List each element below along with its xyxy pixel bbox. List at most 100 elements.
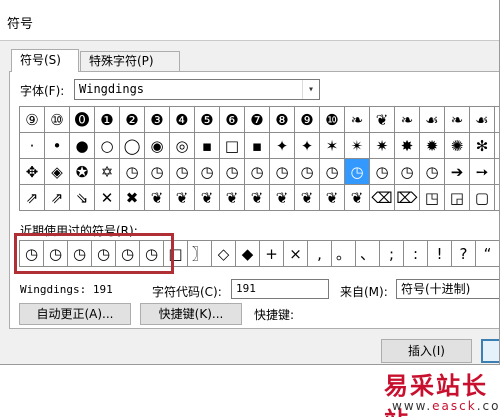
recent-symbol-cell[interactable]: ;: [379, 240, 404, 267]
symbol-cell[interactable]: ❸: [145, 107, 170, 133]
char-code-input[interactable]: 191: [231, 279, 329, 299]
symbol-cell[interactable]: ❦: [270, 185, 295, 211]
symbol-cell[interactable]: ·: [20, 133, 45, 159]
symbol-cell[interactable]: ◷: [270, 159, 295, 185]
symbol-cell[interactable]: ❦: [145, 185, 170, 211]
symbol-cell[interactable]: ▪: [195, 133, 220, 159]
tab-special-characters[interactable]: 特殊字符(P): [80, 51, 180, 71]
symbol-cell[interactable]: ✻: [470, 133, 495, 159]
symbol-cell[interactable]: ✹: [420, 133, 445, 159]
symbol-cell[interactable]: ⇘: [70, 185, 95, 211]
symbol-cell[interactable]: ✸: [395, 133, 420, 159]
symbol-cell[interactable]: ◷: [420, 159, 445, 185]
symbol-cell[interactable]: ❼: [245, 107, 270, 133]
symbol-cell[interactable]: ❦: [195, 185, 220, 211]
symbol-cell[interactable]: ▪: [245, 133, 270, 159]
recent-symbol-cell[interactable]: ◇: [211, 240, 236, 267]
symbol-cell[interactable]: ❦: [345, 185, 370, 211]
symbol-cell[interactable]: ◷: [220, 159, 245, 185]
symbol-cell[interactable]: ☙: [470, 107, 495, 133]
symbol-cell[interactable]: ◰: [495, 185, 499, 211]
symbol-cell[interactable]: ⓿: [70, 107, 95, 133]
symbol-cell[interactable]: ✷: [370, 133, 395, 159]
symbol-cell[interactable]: ➙: [470, 159, 495, 185]
symbol-cell[interactable]: ❧: [445, 107, 470, 133]
recent-symbol-cell[interactable]: ?: [451, 240, 476, 267]
symbol-cell[interactable]: ✪: [70, 159, 95, 185]
recent-symbol-cell[interactable]: ◷: [43, 240, 68, 267]
symbol-cell[interactable]: ✡: [95, 159, 120, 185]
symbol-cell[interactable]: ◷: [395, 159, 420, 185]
recent-symbol-cell[interactable]: ◷: [19, 240, 44, 267]
symbol-cell[interactable]: ◲: [445, 185, 470, 211]
font-select[interactable]: Wingdings ▾: [74, 79, 320, 100]
symbol-cell[interactable]: ◷: [120, 159, 145, 185]
recent-symbol-cell[interactable]: +: [259, 240, 284, 267]
symbol-cell[interactable]: ❻: [220, 107, 245, 133]
recent-symbol-cell[interactable]: 。: [331, 240, 356, 267]
recent-symbol-cell[interactable]: ◷: [115, 240, 140, 267]
symbol-cell[interactable]: ✺: [445, 133, 470, 159]
symbol-cell[interactable]: ⌫: [370, 185, 395, 211]
recent-symbol-cell[interactable]: :: [403, 240, 428, 267]
symbol-cell[interactable]: ◷: [370, 159, 395, 185]
recent-symbol-cell[interactable]: 〗: [187, 240, 212, 267]
symbol-cell[interactable]: ✦: [270, 133, 295, 159]
symbol-cell[interactable]: ◈: [45, 159, 70, 185]
symbol-cell[interactable]: ➘: [495, 159, 499, 185]
symbol-cell[interactable]: ❦: [370, 107, 395, 133]
recent-symbol-cell[interactable]: “: [475, 240, 499, 267]
symbol-cell[interactable]: ⇗: [45, 185, 70, 211]
symbol-cell[interactable]: ○: [95, 133, 120, 159]
recent-symbol-cell[interactable]: ×: [283, 240, 308, 267]
symbol-cell[interactable]: ❧: [495, 107, 499, 133]
recent-symbol-cell[interactable]: !: [427, 240, 452, 267]
symbol-cell[interactable]: ◷: [245, 159, 270, 185]
symbol-cell[interactable]: ✥: [20, 159, 45, 185]
symbol-cell[interactable]: ⑩: [45, 107, 70, 133]
symbol-cell[interactable]: ▢: [470, 185, 495, 211]
recent-symbol-cell[interactable]: 、: [355, 240, 380, 267]
symbol-cell[interactable]: ✶: [320, 133, 345, 159]
symbol-cell[interactable]: ◷: [195, 159, 220, 185]
symbol-cell[interactable]: ✴: [345, 133, 370, 159]
symbol-cell[interactable]: ⇗: [20, 185, 45, 211]
symbol-cell[interactable]: ◷: [170, 159, 195, 185]
symbol-cell[interactable]: ☙: [420, 107, 445, 133]
symbol-cell[interactable]: ❾: [295, 107, 320, 133]
symbol-cell[interactable]: ◳: [420, 185, 445, 211]
symbol-cell[interactable]: ❦: [320, 185, 345, 211]
insert-button[interactable]: 插入(I): [381, 339, 472, 363]
tab-symbols[interactable]: 符号(S): [11, 49, 79, 72]
symbol-cell[interactable]: ❋: [495, 133, 499, 159]
symbol-cell[interactable]: ◷: [345, 159, 370, 185]
symbol-cell[interactable]: ◎: [170, 133, 195, 159]
symbol-cell[interactable]: ❶: [95, 107, 120, 133]
symbol-cell[interactable]: ✖: [120, 185, 145, 211]
shortcut-key-button[interactable]: 快捷键(K)...: [140, 303, 242, 325]
symbol-cell[interactable]: ◷: [295, 159, 320, 185]
symbol-cell[interactable]: ⌦: [395, 185, 420, 211]
symbol-cell[interactable]: ❷: [120, 107, 145, 133]
symbol-cell[interactable]: •: [45, 133, 70, 159]
symbol-cell[interactable]: ◯: [120, 133, 145, 159]
recent-symbol-cell[interactable]: ◷: [139, 240, 164, 267]
symbol-cell[interactable]: ❦: [220, 185, 245, 211]
symbol-cell[interactable]: □: [220, 133, 245, 159]
recent-symbol-cell[interactable]: ,: [307, 240, 332, 267]
symbol-cell[interactable]: ❿: [320, 107, 345, 133]
symbol-cell[interactable]: ✕: [95, 185, 120, 211]
symbol-cell[interactable]: ●: [70, 133, 95, 159]
autocorrect-button[interactable]: 自动更正(A)...: [19, 303, 131, 325]
symbol-cell[interactable]: ❽: [270, 107, 295, 133]
symbol-cell[interactable]: ◉: [145, 133, 170, 159]
symbol-cell[interactable]: ❦: [295, 185, 320, 211]
cancel-button[interactable]: [481, 339, 499, 363]
recent-symbol-cell[interactable]: ◆: [235, 240, 260, 267]
symbol-cell[interactable]: ❺: [195, 107, 220, 133]
symbol-cell[interactable]: ❦: [170, 185, 195, 211]
symbol-cell[interactable]: ◷: [320, 159, 345, 185]
recent-symbol-cell[interactable]: ◷: [91, 240, 116, 267]
symbol-cell[interactable]: ❧: [345, 107, 370, 133]
from-select[interactable]: 符号(十进制): [396, 279, 499, 299]
